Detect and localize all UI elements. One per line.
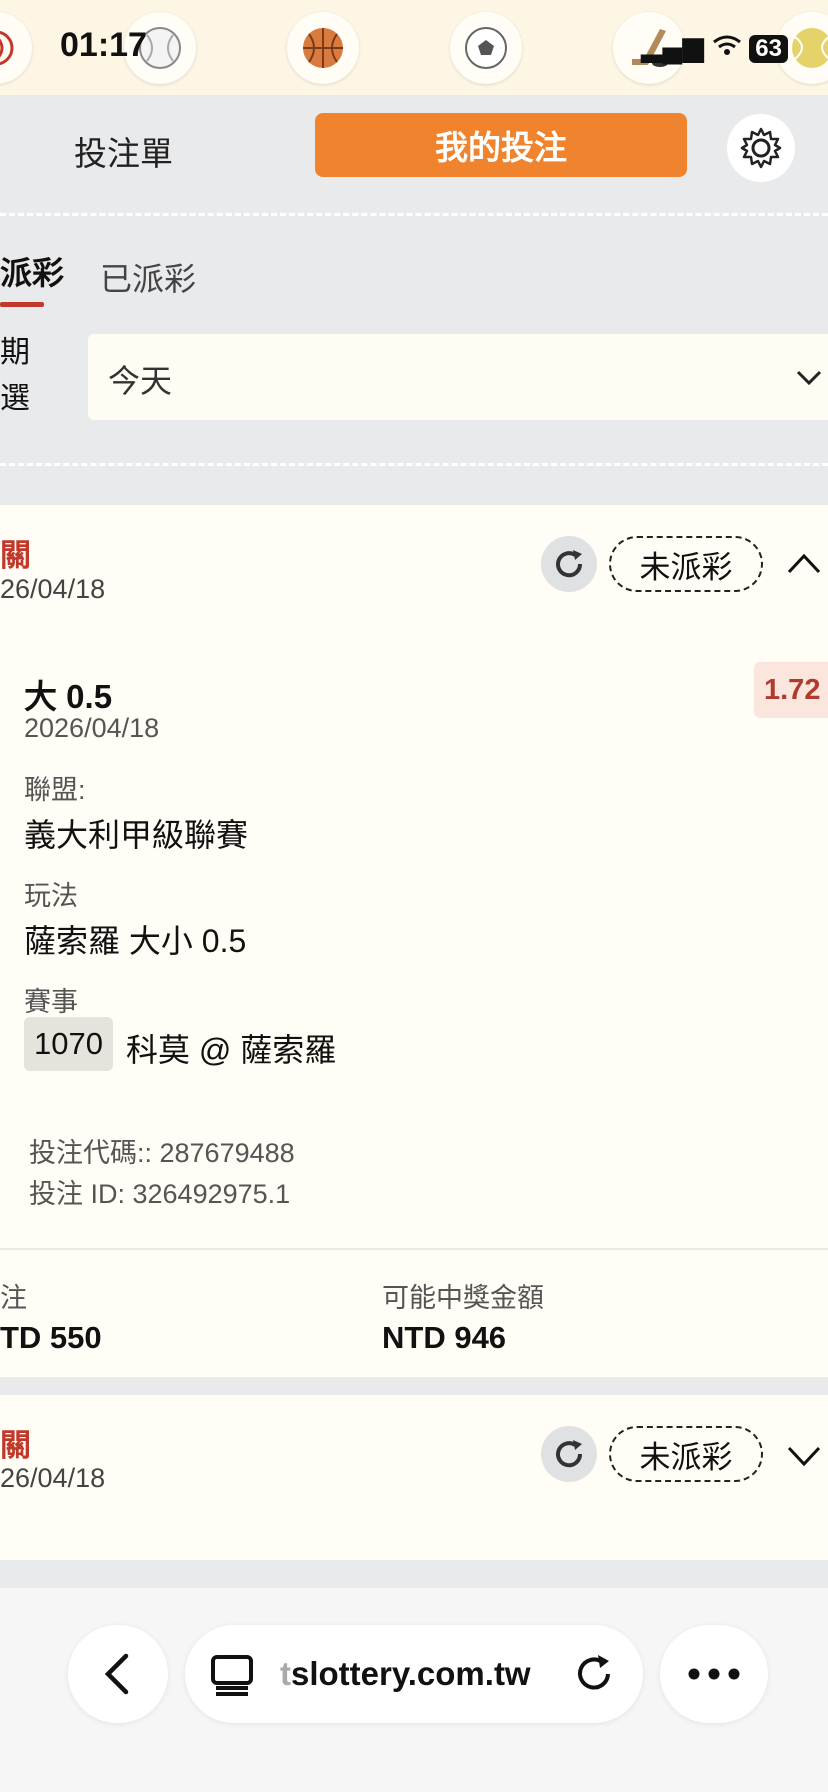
soccer-icon[interactable]	[450, 12, 522, 84]
bet-type: 關	[0, 1428, 31, 1463]
event-id-badge: 1070	[24, 1017, 113, 1071]
date-filter-label-line1: 期	[0, 336, 30, 369]
tab-unsettled[interactable]: 派彩	[0, 248, 64, 294]
active-tab-indicator	[0, 302, 44, 307]
battery-icon: 63	[749, 35, 788, 63]
chevron-down-icon	[796, 370, 822, 386]
odds-badge: 1.72	[754, 662, 828, 718]
gear-icon	[740, 127, 782, 169]
status-bar: 01:17 ▂▄▆ 63	[0, 0, 828, 96]
signal-icon: ▂▄▆	[640, 31, 704, 62]
divider	[0, 463, 828, 466]
date-filter-label-line2: 選	[0, 382, 30, 415]
date-select-value: 今天	[108, 363, 173, 399]
tab-betslip[interactable]: 投注單	[74, 127, 173, 175]
more-button[interactable]	[660, 1625, 768, 1723]
back-button[interactable]	[68, 1625, 168, 1723]
league-label: 聯盟:	[24, 775, 86, 805]
bet-date: 26/04/18	[0, 574, 106, 604]
status-time: 01:17	[60, 26, 147, 64]
bet-code: 投注代碼:: 287679488	[29, 1138, 295, 1168]
league-value: 義大利甲級聯賽	[24, 817, 249, 853]
date-select[interactable]: 今天	[88, 334, 828, 420]
refresh-icon	[556, 1440, 583, 1468]
tab-my-bets[interactable]: 我的投注	[315, 113, 687, 177]
more-icon	[688, 1668, 740, 1680]
basketball-icon[interactable]	[287, 12, 359, 84]
market-label: 玩法	[24, 881, 78, 911]
refresh-button[interactable]	[541, 1426, 597, 1482]
divider	[0, 1248, 828, 1250]
market-value: 薩索羅 大小 0.5	[24, 923, 247, 959]
status-badge: 未派彩	[609, 1426, 763, 1482]
status-badge: 未派彩	[609, 536, 763, 592]
chevron-down-icon[interactable]	[786, 1440, 822, 1470]
url-text[interactable]: tslottery.com.tw	[280, 1655, 531, 1693]
settings-button[interactable]	[727, 114, 795, 182]
date-filter-label: 期 選	[0, 330, 30, 422]
stake-label: 注	[0, 1283, 27, 1313]
status-icons: ▂▄▆ 63	[641, 30, 788, 63]
refresh-button[interactable]	[541, 536, 597, 592]
bet-id: 投注 ID: 326492975.1	[29, 1179, 291, 1209]
url-domain: slottery.com.tw	[291, 1655, 531, 1692]
bet-type: 關	[0, 538, 31, 573]
chevron-up-icon[interactable]	[786, 548, 822, 578]
chevron-left-icon	[104, 1653, 129, 1695]
event-label: 賽事	[24, 987, 78, 1017]
stake-value: TD 550	[0, 1320, 102, 1355]
url-faded-prefix: t	[280, 1655, 291, 1692]
bet-date: 26/04/18	[0, 1463, 106, 1493]
potential-win-label: 可能中獎金額	[382, 1283, 544, 1313]
wifi-icon	[712, 31, 750, 62]
reload-icon[interactable]	[572, 1652, 616, 1696]
bet-header: 投注單 我的投注	[0, 95, 828, 215]
potential-win-value: NTD 946	[382, 1320, 507, 1355]
tab-settled[interactable]: 已派彩	[100, 254, 196, 300]
event-name: 科莫 @ 薩索羅	[126, 1032, 337, 1068]
refresh-icon	[556, 550, 583, 578]
selection-name: 大 0.5	[24, 678, 113, 715]
tab-overview-icon[interactable]	[210, 1652, 254, 1696]
divider	[0, 213, 828, 216]
live-icon[interactable]	[0, 12, 32, 84]
selection-date: 2026/04/18	[24, 713, 160, 743]
